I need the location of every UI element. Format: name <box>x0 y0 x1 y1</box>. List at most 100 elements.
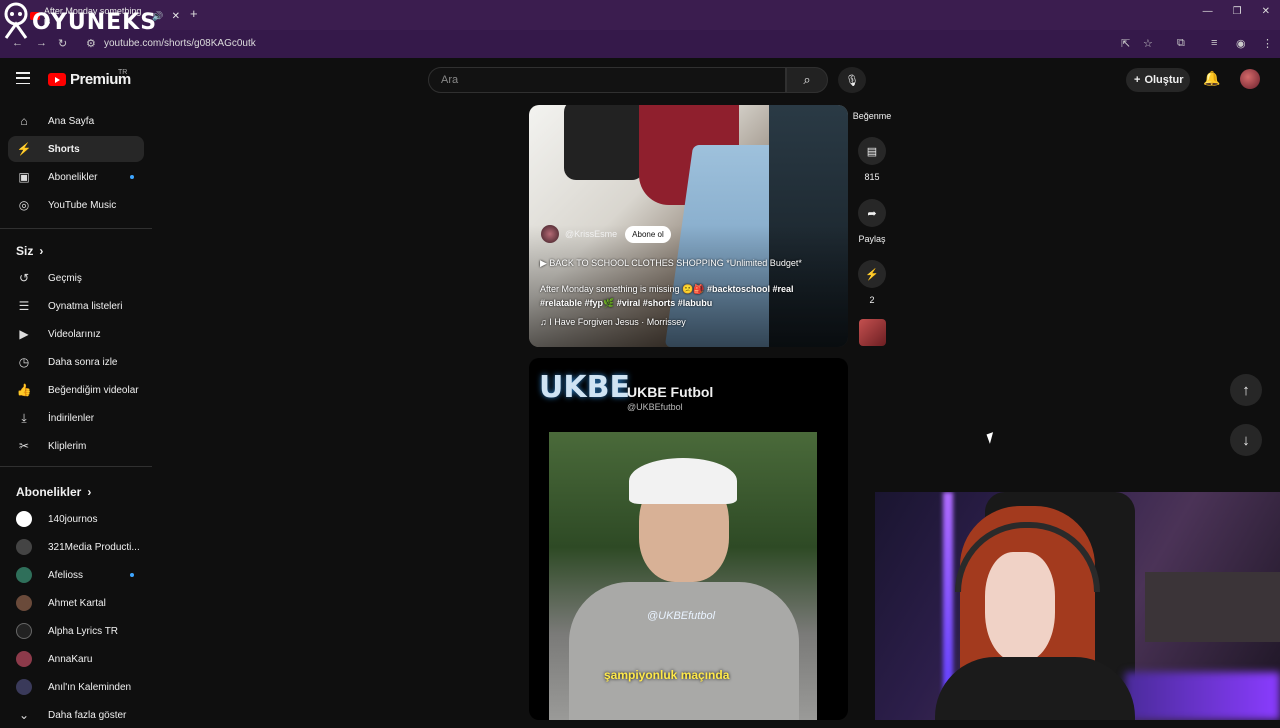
sidebar-item-playlists[interactable]: ☰ Oynatma listeleri <box>8 293 144 319</box>
search-button[interactable]: ⌕ <box>786 67 828 93</box>
play-icon: ▶ <box>540 258 550 268</box>
playlist-title: BACK TO SCHOOL CLOTHES SHOPPING *Unlimit… <box>549 258 802 268</box>
menu-dots-icon[interactable]: ⋮ <box>1262 37 1273 50</box>
sound-title: I Have Forgiven Jesus · Morrissey <box>549 317 686 327</box>
minimize-icon[interactable]: — <box>1203 6 1213 17</box>
sidebar-item-home[interactable]: ⌂ Ana Sayfa <box>8 108 144 134</box>
caption-text: After Monday something is missing 😕🎒 <box>540 284 705 294</box>
sidebar-channel-item[interactable]: 140journos <box>8 506 144 532</box>
clips-icon: ✂ <box>18 439 30 453</box>
share-label: Paylaş <box>858 234 886 244</box>
channel-name: 321Media Producti... <box>48 541 140 553</box>
notifications-bell-icon[interactable]: 🔔 <box>1203 70 1220 87</box>
chevron-right-icon: › <box>39 244 44 258</box>
next-short-video[interactable]: UKBE UKBE Futbol @UKBEfutbol @UKBEfutbol… <box>529 358 848 720</box>
download-icon: ⤓ <box>21 410 27 425</box>
sidebar-item-subscriptions[interactable]: ▣ Abonelikler <box>8 164 144 190</box>
bookmark-star-icon[interactable]: ☆ <box>1143 37 1153 50</box>
sidebar-channel-item[interactable]: Ahmet Kartal <box>8 590 144 616</box>
remix-button[interactable]: ⚡ <box>858 260 886 288</box>
channel-avatar[interactable] <box>541 225 559 243</box>
comments-button[interactable]: ▤ <box>858 137 886 165</box>
sidebar-item-label: İndirilenler <box>48 412 95 424</box>
sound-thumbnail[interactable] <box>859 319 886 346</box>
like-icon: 👍 <box>16 383 32 397</box>
arrow-down-icon: ↓ <box>1242 431 1250 449</box>
sidebar-item-downloads[interactable]: ⤓ İndirilenler <box>8 405 144 431</box>
sidebar-item-label: Videolarınız <box>48 328 101 340</box>
search-input[interactable]: Ara <box>428 67 786 93</box>
robot-logo-icon <box>4 2 28 39</box>
sound-link[interactable]: ♫ I Have Forgiven Jesus · Morrissey <box>540 317 686 327</box>
playlist-link[interactable]: ▶ BACK TO SCHOOL CLOTHES SHOPPING *Unlim… <box>540 258 802 269</box>
sidebar-item-watch-later[interactable]: ◷ Daha sonra izle <box>8 349 144 375</box>
comment-icon: ▤ <box>866 145 878 158</box>
sidebar-item-youtube-music[interactable]: ◎ YouTube Music <box>8 192 144 218</box>
short-caption: After Monday something is missing 😕🎒 #ba… <box>540 282 820 310</box>
extensions-icon[interactable]: ⧉ <box>1177 37 1185 50</box>
sidebar-item-label: YouTube Music <box>48 199 117 211</box>
sidebar-item-label: Geçmiş <box>48 272 82 284</box>
plus-icon: + <box>1134 74 1141 86</box>
close-window-icon[interactable]: ✕ <box>1262 6 1270 17</box>
mouse-cursor-icon <box>986 432 997 444</box>
comments-count: 815 <box>864 172 880 182</box>
account-avatar[interactable] <box>1240 69 1260 89</box>
youtube-header: Premium TR Ara ⌕ 🎙 + Oluştur 🔔 <box>0 58 1280 102</box>
channel-avatar <box>16 511 32 527</box>
subscribe-button[interactable]: Abone ol <box>625 225 671 243</box>
webcam-element <box>1145 572 1280 642</box>
remix-icon: ⚡ <box>865 268 879 281</box>
sidebar-item-history[interactable]: ↺ Geçmiş <box>8 265 144 291</box>
video-subtitle: şampiyonluk maçında <box>604 668 730 682</box>
you-section-heading[interactable]: Siz › <box>16 244 43 258</box>
sidebar-item-label: Oynatma listeleri <box>48 300 123 312</box>
sidebar-item-label: Beğendiğim videolar <box>48 384 139 396</box>
hashtags[interactable]: #relatable #fyp🌿 #viral #shorts #labubu <box>540 298 712 308</box>
short-video-player[interactable]: @KrissEsme Abone ol ▶ BACK TO SCHOOL CLO… <box>529 105 848 347</box>
music-icon: ◎ <box>18 198 30 212</box>
create-button[interactable]: + Oluştur <box>1126 68 1190 92</box>
restore-icon[interactable]: ❐ <box>1233 6 1242 17</box>
media-icon[interactable]: ≡ <box>1211 37 1217 49</box>
window-controls: — ❐ ✕ <box>1203 6 1270 17</box>
show-more-button[interactable]: ⌄ Daha fazla göster <box>8 702 144 728</box>
channel-handle[interactable]: @KrissEsme <box>565 229 617 239</box>
history-icon: ↺ <box>18 271 30 285</box>
sidebar-item-label: Abonelikler <box>48 171 98 183</box>
channel-handle: @UKBEfutbol <box>627 402 683 412</box>
remix-count: 2 <box>869 295 875 305</box>
new-content-dot <box>130 573 134 577</box>
new-tab-button[interactable]: + <box>190 6 198 21</box>
sidebar-channel-item[interactable]: Afelioss <box>8 562 144 588</box>
sidebar-item-your-videos[interactable]: ▶ Videolarınız <box>8 321 144 347</box>
sidebar-channel-item[interactable]: 321Media Producti... <box>8 534 144 560</box>
sidebar-item-shorts[interactable]: ⚡ Shorts <box>8 136 144 162</box>
channel-name: Alpha Lyrics TR <box>48 625 119 637</box>
profile-icon[interactable]: ◉ <box>1236 37 1246 50</box>
ukbe-logo: UKBE <box>539 370 630 405</box>
sidebar-item-clips[interactable]: ✂ Kliplerim <box>8 433 144 459</box>
voice-search-button[interactable]: 🎙 <box>838 67 866 93</box>
share-button[interactable]: ➦ <box>858 199 886 227</box>
region-code: TR <box>118 69 128 76</box>
install-icon[interactable]: ⇱ <box>1121 37 1130 50</box>
music-note-icon: ♫ <box>540 317 550 327</box>
divider <box>0 228 152 229</box>
streamer-logo-text: OYUNEKS <box>32 9 158 35</box>
subscriptions-section-heading[interactable]: Abonelikler › <box>16 485 91 499</box>
channel-name: Ahmet Kartal <box>48 597 106 609</box>
channel-avatar <box>16 623 32 639</box>
video-frame-element <box>629 458 737 504</box>
sidebar-channel-item[interactable]: Anıl'ın Kaleminden <box>8 674 144 700</box>
hashtags[interactable]: #backtoschool #real <box>707 284 794 294</box>
next-short-button[interactable]: ↓ <box>1230 424 1262 456</box>
tab-close-icon[interactable]: ✕ <box>172 11 180 22</box>
subscriptions-icon: ▣ <box>18 170 30 184</box>
sidebar-channel-item[interactable]: Alpha Lyrics TR <box>8 618 144 644</box>
sidebar-channel-item[interactable]: AnnaKaru <box>8 646 144 672</box>
previous-short-button[interactable]: ↑ <box>1230 374 1262 406</box>
webcam-element <box>935 657 1135 720</box>
sidebar-item-liked-videos[interactable]: 👍 Beğendiğim videolar <box>8 377 144 403</box>
menu-hamburger-icon[interactable] <box>16 72 30 84</box>
